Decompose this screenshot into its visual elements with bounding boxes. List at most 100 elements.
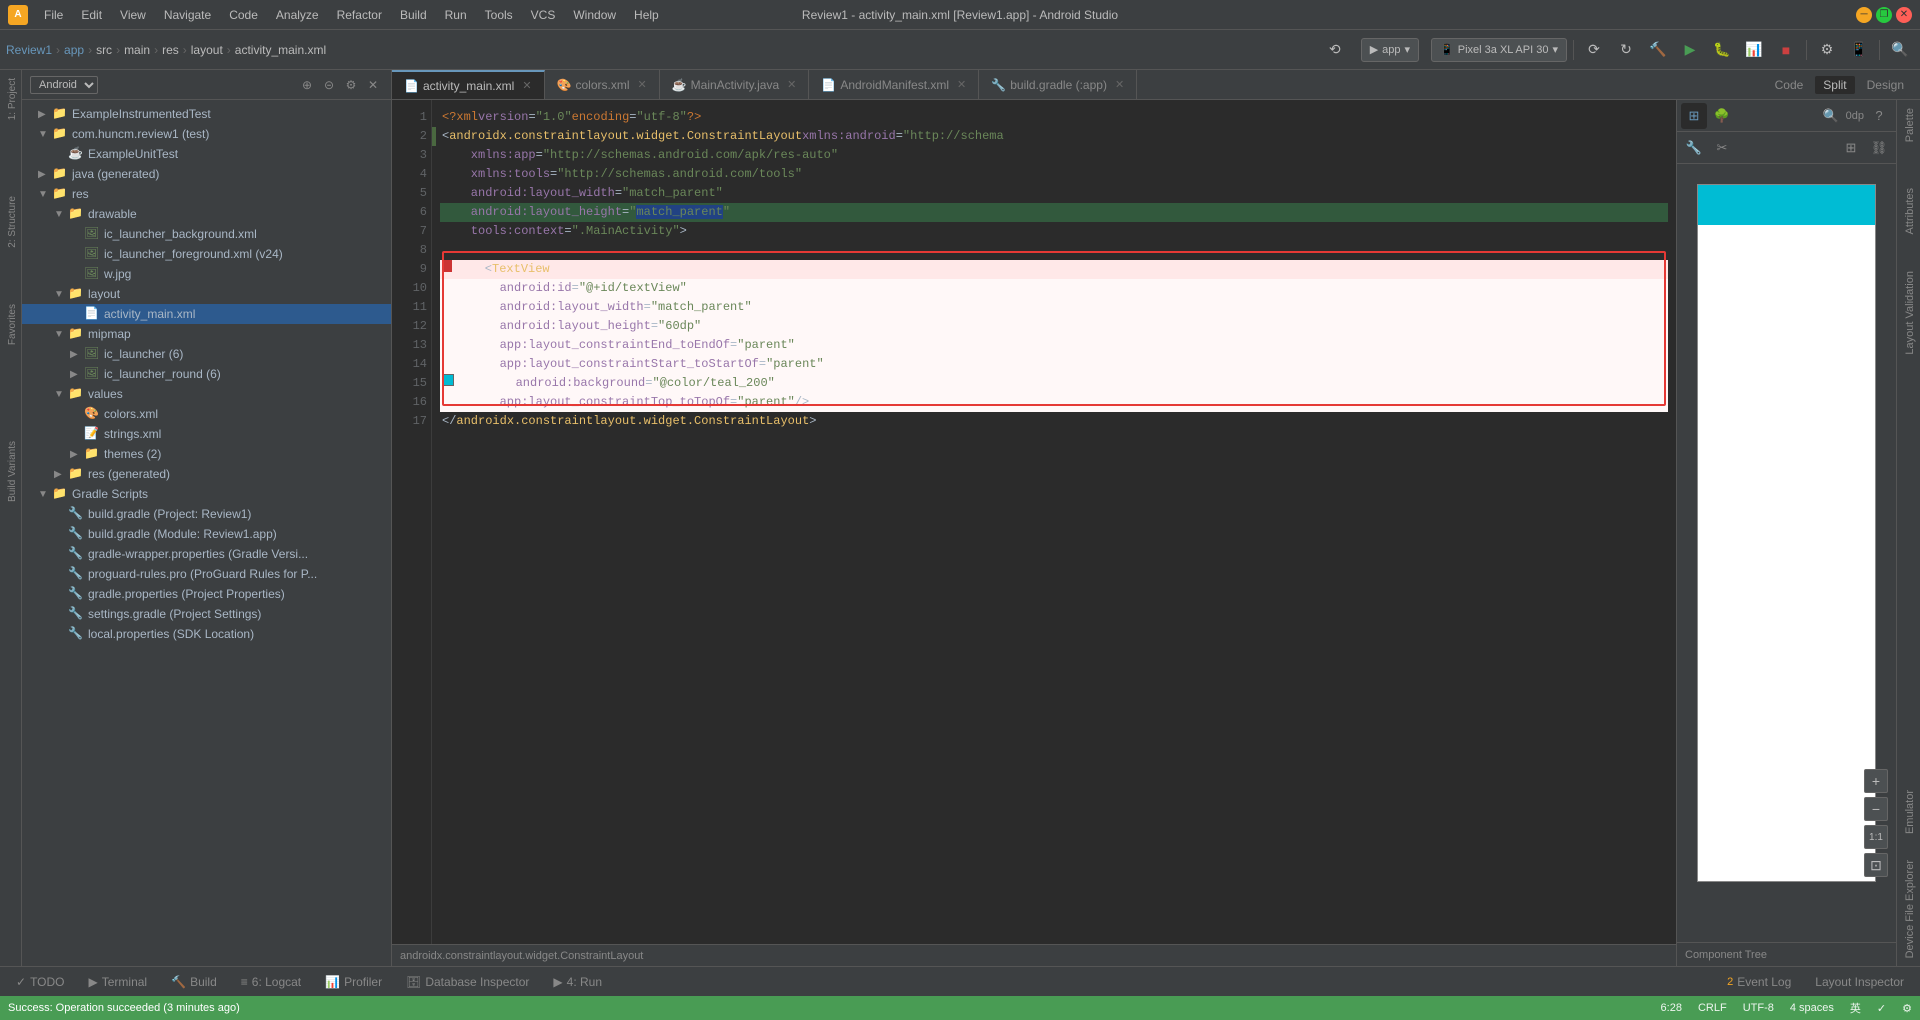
file-tree[interactable]: ▶ 📁 ExampleInstrumentedTest ▼ 📁 com.hunc… [22, 100, 391, 966]
tab-close-build-gradle[interactable]: ✕ [1115, 78, 1124, 91]
tool-build[interactable]: 🔨 Build [163, 973, 225, 991]
menu-help[interactable]: Help [626, 6, 667, 24]
breadcrumb-file[interactable]: activity_main.xml [235, 43, 326, 57]
tree-item-values[interactable]: ▼ 📁 values [22, 384, 391, 404]
vtab-palette[interactable]: Palette [1897, 100, 1920, 150]
tree-item-proguard[interactable]: 🔧 proguard-rules.pro (ProGuard Rules for… [22, 564, 391, 584]
minimize-button[interactable]: ─ [1856, 7, 1872, 23]
component-tree-btn[interactable]: 🌳 [1709, 103, 1735, 129]
vtab-structure[interactable]: 2: Structure [0, 188, 21, 256]
code-editor[interactable]: 1 2 3 4 5 6 7 8 9 10 11 12 13 14 15 16 1 [392, 100, 1676, 966]
tab-close-colors[interactable]: ✕ [638, 78, 647, 91]
menu-refactor[interactable]: Refactor [329, 6, 390, 24]
debug-btn[interactable]: 🐛 [1708, 36, 1736, 64]
app-selector[interactable]: ▶ app ▾ [1361, 38, 1419, 62]
tab-main-activity[interactable]: ☕ MainActivity.java ✕ [660, 70, 810, 100]
tree-item-settings-gradle[interactable]: 🔧 settings.gradle (Project Settings) [22, 604, 391, 624]
code-content[interactable]: <?xml version="1.0" encoding="utf-8"?> <… [432, 100, 1676, 966]
vtab-emulator[interactable]: Emulator [1897, 782, 1920, 842]
vtab-attributes[interactable]: Attributes [1897, 180, 1920, 242]
tree-item-build-gradle-project[interactable]: 🔧 build.gradle (Project: Review1) [22, 504, 391, 524]
tree-item-ic-fg[interactable]: 🖼 ic_launcher_foreground.xml (v24) [22, 244, 391, 264]
breadcrumb-res[interactable]: res [162, 43, 179, 57]
breadcrumb-src[interactable]: src [96, 43, 112, 57]
breadcrumb-main[interactable]: main [124, 43, 150, 57]
run-config-btn[interactable]: ⟳ [1580, 36, 1608, 64]
collapse-all-btn[interactable]: ⊝ [319, 75, 339, 95]
run-btn[interactable]: ▶ [1676, 36, 1704, 64]
view-code-btn[interactable]: Code [1767, 76, 1812, 94]
project-view-selector[interactable]: Android Project [30, 76, 98, 94]
tree-item-unit-test[interactable]: ☕ ExampleUnitTest [22, 144, 391, 164]
eraser-btn[interactable]: ✂ [1709, 135, 1735, 161]
tree-item-ic-bg[interactable]: 🖼 ic_launcher_background.xml [22, 224, 391, 244]
vtab-device-file[interactable]: Device File Explorer [1897, 852, 1920, 966]
breadcrumb-layout[interactable]: layout [191, 43, 223, 57]
vtab-project[interactable]: 1: Project [0, 70, 21, 128]
stop-btn[interactable]: ■ [1772, 36, 1800, 64]
zoom-in-btn[interactable]: + [1864, 769, 1888, 793]
vtab-favorites[interactable]: Favorites [0, 296, 21, 353]
tree-item-instrumented[interactable]: ▶ 📁 ExampleInstrumentedTest [22, 104, 391, 124]
align-btn[interactable]: ⊞ [1838, 135, 1864, 161]
tree-item-gradle-wrapper[interactable]: 🔧 gradle-wrapper.properties (Gradle Vers… [22, 544, 391, 564]
tree-item-drawable[interactable]: ▼ 📁 drawable [22, 204, 391, 224]
tree-item-strings[interactable]: 📝 strings.xml [22, 424, 391, 444]
zoom-reset-btn[interactable]: 1:1 [1864, 825, 1888, 849]
menu-run[interactable]: Run [437, 6, 475, 24]
maximize-button[interactable]: ❐ [1876, 7, 1892, 23]
tab-close-btn[interactable]: ✕ [522, 79, 531, 92]
tree-item-res-generated[interactable]: ▶ 📁 res (generated) [22, 464, 391, 484]
device-selector[interactable]: 📱 Pixel 3a XL API 30 ▾ [1431, 38, 1567, 62]
close-panel-btn[interactable]: ✕ [363, 75, 383, 95]
tab-build-gradle[interactable]: 🔧 build.gradle (:app) ✕ [979, 70, 1137, 100]
tree-item-build-gradle-module[interactable]: 🔧 build.gradle (Module: Review1.app) [22, 524, 391, 544]
view-design-btn[interactable]: Design [1859, 76, 1912, 94]
tree-item-java-generated[interactable]: ▶ 📁 java (generated) [22, 164, 391, 184]
menu-tools[interactable]: Tools [477, 6, 521, 24]
menu-file[interactable]: File [36, 6, 71, 24]
vtab-layout-validation[interactable]: Layout Validation [1897, 263, 1920, 363]
menu-bar[interactable]: File Edit View Navigate Code Analyze Ref… [36, 6, 667, 24]
tab-close-manifest[interactable]: ✕ [957, 78, 966, 91]
breadcrumb-review1[interactable]: Review1 [6, 43, 52, 57]
tree-item-res[interactable]: ▼ 📁 res [22, 184, 391, 204]
tab-activity-main[interactable]: 📄 activity_main.xml ✕ [392, 70, 545, 100]
tab-manifest[interactable]: 📄 AndroidManifest.xml ✕ [809, 70, 979, 100]
tree-item-layout[interactable]: ▼ 📁 layout [22, 284, 391, 304]
zoom-out-btn[interactable]: − [1864, 797, 1888, 821]
tree-item-test[interactable]: ▼ 📁 com.huncm.review1 (test) [22, 124, 391, 144]
tool-profiler[interactable]: 📊 Profiler [317, 973, 390, 991]
tool-terminal[interactable]: ▶ Terminal [81, 973, 156, 991]
build-btn[interactable]: 🔨 [1644, 36, 1672, 64]
sdk-manager-btn[interactable]: ⚙ [1813, 36, 1841, 64]
tree-item-ic-launcher[interactable]: ▶ 🖼 ic_launcher (6) [22, 344, 391, 364]
menu-edit[interactable]: Edit [73, 6, 110, 24]
tree-item-gradle-properties[interactable]: 🔧 gradle.properties (Project Properties) [22, 584, 391, 604]
magnet-btn[interactable]: 🔧 [1681, 135, 1707, 161]
avd-btn[interactable]: 📱 [1845, 36, 1873, 64]
tree-item-colors[interactable]: 🎨 colors.xml [22, 404, 391, 424]
tree-item-gradle-scripts[interactable]: ▼ 📁 Gradle Scripts [22, 484, 391, 504]
vtab-build-variants[interactable]: Build Variants [0, 433, 21, 510]
tree-item-ic-launcher-round[interactable]: ▶ 🖼 ic_launcher_round (6) [22, 364, 391, 384]
tree-item-mipmap[interactable]: ▼ 📁 mipmap [22, 324, 391, 344]
breadcrumb-app[interactable]: app [64, 43, 84, 57]
menu-analyze[interactable]: Analyze [268, 6, 327, 24]
tree-item-activity-main[interactable]: 📄 activity_main.xml [22, 304, 391, 324]
tool-logcat[interactable]: ≡ 6: Logcat [233, 973, 309, 991]
tool-run[interactable]: ▶ 4: Run [545, 973, 610, 991]
tree-item-themes[interactable]: ▶ 📁 themes (2) [22, 444, 391, 464]
settings-btn[interactable]: ⚙ [341, 75, 361, 95]
menu-view[interactable]: View [112, 6, 154, 24]
menu-navigate[interactable]: Navigate [156, 6, 219, 24]
view-split-btn[interactable]: Split [1815, 76, 1854, 94]
search-everywhere-btn[interactable]: 🔍 [1886, 36, 1914, 64]
sync-btn[interactable]: ⟲ [1321, 36, 1349, 64]
tool-todo[interactable]: ✓ TODO [8, 973, 73, 991]
menu-build[interactable]: Build [392, 6, 435, 24]
expand-all-btn[interactable]: ⊕ [297, 75, 317, 95]
menu-code[interactable]: Code [221, 6, 266, 24]
menu-window[interactable]: Window [565, 6, 624, 24]
tool-layout-inspector[interactable]: Layout Inspector [1807, 973, 1912, 991]
